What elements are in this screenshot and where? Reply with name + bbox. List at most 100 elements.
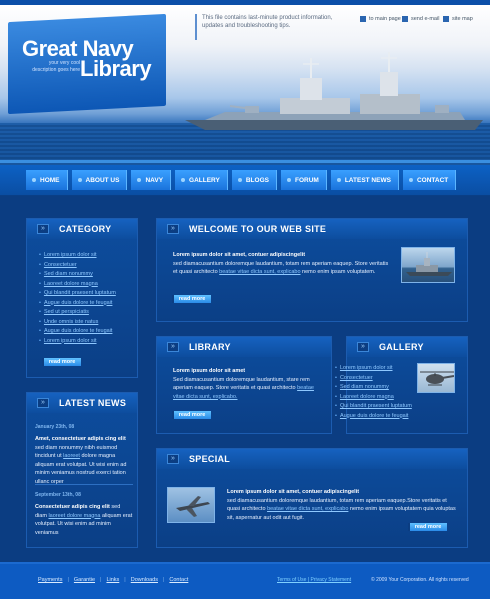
arrow-icon: » bbox=[167, 454, 179, 464]
library-lead: Lorem ipsum dolor sit amet bbox=[173, 368, 246, 374]
category-item[interactable]: Augue duis dolore te feugait bbox=[39, 327, 116, 337]
library-body: Sed diamacusantium doloremque laudantium… bbox=[173, 376, 310, 392]
arrow-icon: » bbox=[167, 342, 179, 352]
special-title: SPECIAL bbox=[189, 454, 231, 464]
footer-link-links[interactable]: Links bbox=[106, 577, 119, 583]
footer-links: Payments | Garantie | Links | Downloads | Co… bbox=[38, 577, 188, 583]
special-panel: » SPECIAL Lorem ipsum dolor sit amet, co… bbox=[156, 448, 468, 548]
bullet-icon bbox=[408, 178, 413, 182]
news-lead[interactable]: Amet, consectetuer adipis cing elit bbox=[35, 436, 126, 442]
gallery-header: » GALLERY bbox=[347, 337, 467, 357]
special-header: » SPECIAL bbox=[157, 449, 467, 469]
nav-label: BLOGS bbox=[245, 176, 269, 184]
arrow-icon: » bbox=[37, 398, 49, 408]
welcome-body: nemo enim ipsam voluptatem. bbox=[300, 269, 376, 275]
category-item[interactable]: Qui blandit praesent luptatum bbox=[39, 289, 116, 299]
special-jet-image[interactable] bbox=[167, 487, 215, 523]
bullet-icon bbox=[237, 178, 242, 182]
special-text: Lorem ipsum dolor sit amet, contuer adip… bbox=[227, 488, 459, 522]
main-page-label: to main page bbox=[369, 16, 401, 22]
send-email-label: send e-mail bbox=[411, 16, 440, 22]
banner-divider bbox=[0, 160, 490, 163]
nav-gallery[interactable]: GALLERY bbox=[175, 170, 228, 190]
news-link[interactable]: laoreet dolore magna bbox=[48, 513, 100, 519]
main-page-link[interactable]: to main page bbox=[360, 16, 401, 22]
special-read-more-button[interactable]: read more bbox=[408, 523, 447, 531]
gallery-panel: » GALLERY Lorem ipsum dolor sit Consecte… bbox=[340, 336, 468, 434]
sitemap-icon bbox=[443, 16, 449, 22]
category-item[interactable]: Sed ut perspiciatis bbox=[39, 308, 116, 318]
library-read-more-button[interactable]: read more bbox=[172, 411, 211, 419]
footer-copyright: © 2009 Your Corporation. All rights rese… bbox=[371, 577, 469, 583]
category-item[interactable]: Lorem ipsum dolor sit bbox=[39, 337, 116, 347]
nav-home[interactable]: HOME bbox=[26, 170, 68, 190]
library-panel: » LIBRARY Lorem ipsum dolor sit amet Sed… bbox=[156, 336, 332, 434]
gallery-item[interactable]: Laoreet dolore magna bbox=[335, 393, 412, 403]
special-link[interactable]: beatae vitae dicta sunt, explicabo bbox=[267, 506, 348, 512]
site-map-link[interactable]: site map bbox=[443, 16, 473, 22]
footer-legal-links[interactable]: Terms of Use | Privacy Statement bbox=[277, 577, 351, 583]
welcome-ship-image[interactable] bbox=[401, 247, 455, 283]
welcome-read-more-button[interactable]: read more bbox=[172, 295, 211, 303]
header-info-text: This file contains last-minute product i… bbox=[202, 15, 333, 29]
news-date: September 13th, 08 bbox=[35, 492, 81, 498]
library-header: » LIBRARY bbox=[157, 337, 331, 357]
logo-title-library[interactable]: Library bbox=[80, 56, 152, 82]
separator: | bbox=[100, 577, 102, 583]
gallery-item[interactable]: Lorem ipsum dolor sit bbox=[335, 364, 412, 374]
category-item[interactable]: Sed diam nonummy bbox=[39, 270, 116, 280]
category-item[interactable]: Consectetuer bbox=[39, 261, 116, 271]
bullet-icon bbox=[336, 178, 341, 182]
category-read-more-button[interactable]: read more bbox=[42, 358, 81, 366]
nav-contact[interactable]: CONTACT bbox=[402, 170, 457, 190]
gallery-title: GALLERY bbox=[379, 342, 424, 352]
nav-label: FORUM bbox=[294, 176, 319, 184]
footer-link-contact[interactable]: Contact bbox=[169, 577, 188, 583]
library-title: LIBRARY bbox=[189, 342, 231, 352]
nav-navy[interactable]: NAVY bbox=[131, 170, 172, 190]
nav-blogs[interactable]: BLOGS bbox=[231, 170, 277, 190]
welcome-link[interactable]: beatae vitae dicta sunt, explicabo bbox=[219, 269, 300, 275]
nav-about-us[interactable]: ABOUT US bbox=[71, 170, 128, 190]
nav-label: HOME bbox=[40, 176, 60, 184]
main-nav: HOME ABOUT US NAVY GALLERY BLOGS FORUM L… bbox=[26, 170, 457, 190]
footer-link-payments[interactable]: Payments bbox=[38, 577, 62, 583]
news-lead[interactable]: Consectetuer adipis cing elit bbox=[35, 504, 110, 510]
info-accent-bar bbox=[195, 14, 197, 40]
category-item[interactable]: Unde omnis iste natus bbox=[39, 318, 116, 328]
news-link[interactable]: laoreet bbox=[63, 453, 80, 459]
gallery-item[interactable]: Qui blandit praesent luptatum bbox=[335, 402, 412, 412]
separator: | bbox=[67, 577, 69, 583]
site-map-label: site map bbox=[452, 16, 473, 22]
library-text: Lorem ipsum dolor sit amet Sed diamacusa… bbox=[173, 367, 323, 401]
gallery-helicopter-image[interactable] bbox=[417, 363, 455, 393]
category-panel: » CATEGORY Lorem ipsum dolor sit Consect… bbox=[26, 218, 138, 378]
welcome-panel: » WELCOME TO OUR WEB SITE Lorem ipsum do… bbox=[156, 218, 468, 322]
logo-tagline: your very cool description goes here bbox=[32, 60, 80, 73]
category-item[interactable]: Lorem ipsum dolor sit bbox=[39, 251, 116, 261]
gallery-item[interactable]: Augue duis dolore te feugait bbox=[335, 412, 412, 422]
footer-link-garantie[interactable]: Garantie bbox=[74, 577, 95, 583]
special-lead: Lorem ipsum dolor sit amet, contuer adip… bbox=[227, 489, 360, 495]
welcome-text: Lorem ipsum dolor sit amet, contuer adip… bbox=[173, 251, 393, 277]
send-email-link[interactable]: send e-mail bbox=[402, 16, 439, 22]
nav-label: CONTACT bbox=[416, 176, 449, 184]
latest-news-panel: » LATEST NEWS January 23th, 08 Amet, con… bbox=[26, 392, 138, 548]
arrow-icon: » bbox=[167, 224, 179, 234]
latest-news-header: » LATEST NEWS bbox=[27, 393, 137, 413]
footer-link-downloads[interactable]: Downloads bbox=[131, 577, 158, 583]
separator: | bbox=[162, 577, 165, 583]
latest-news-title: LATEST NEWS bbox=[59, 398, 127, 408]
gallery-item[interactable]: Sed diam nonummy bbox=[335, 383, 412, 393]
nav-latest-news[interactable]: LATEST NEWS bbox=[330, 170, 399, 190]
nav-forum[interactable]: FORUM bbox=[280, 170, 327, 190]
welcome-title: WELCOME TO OUR WEB SITE bbox=[189, 224, 327, 234]
home-icon bbox=[360, 16, 366, 22]
category-item[interactable]: Augue duis dolore te feugait bbox=[39, 299, 116, 309]
gallery-item[interactable]: Consectetuer bbox=[335, 374, 412, 384]
news-divider bbox=[35, 484, 133, 485]
category-item[interactable]: Laoreet dolore magna bbox=[39, 280, 116, 290]
nav-label: NAVY bbox=[145, 176, 164, 184]
category-list: Lorem ipsum dolor sit Consectetuer Sed d… bbox=[39, 251, 116, 346]
nav-label: GALLERY bbox=[189, 176, 220, 184]
